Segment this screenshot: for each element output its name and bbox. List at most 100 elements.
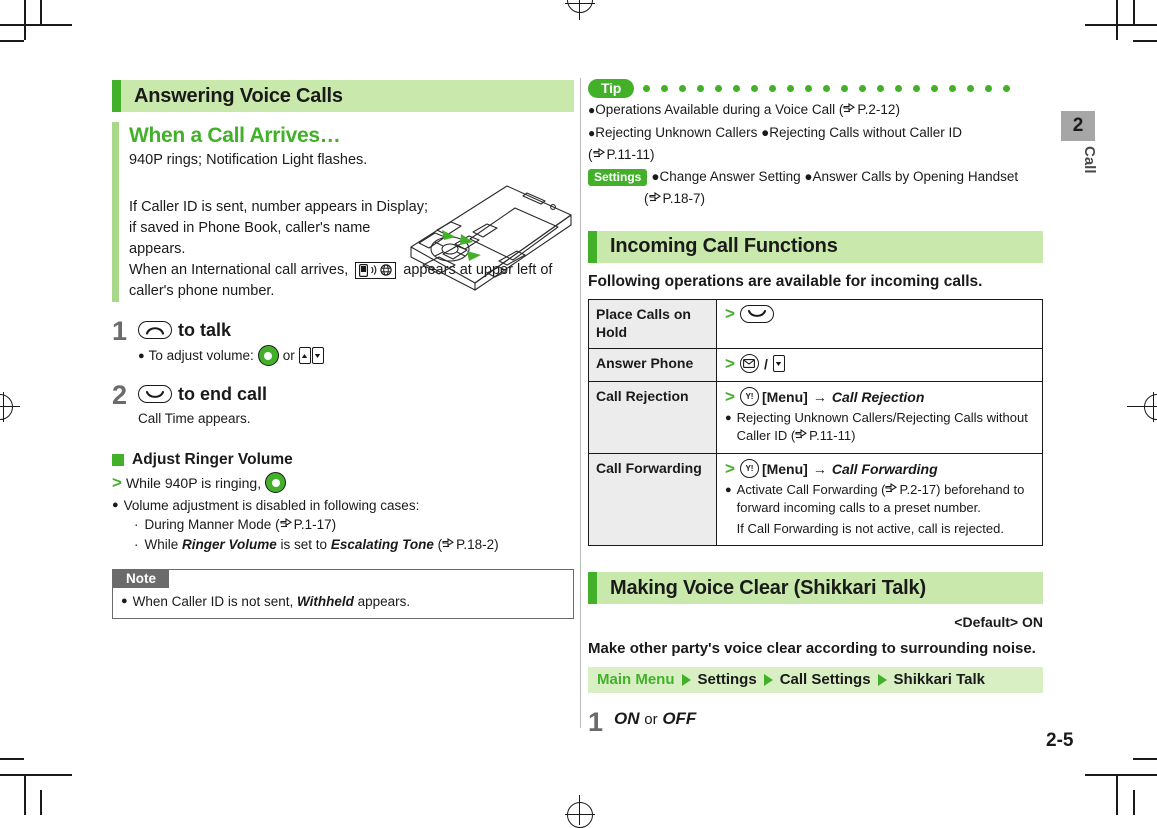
row-sub-before: Activate Call Forwarding ( [736,481,886,497]
step-1-volume-prefix: To adjust volume: [148,347,254,363]
side-down-key-icon [311,347,324,364]
adjust-case-2-italic-2: Escalating Tone [330,537,434,552]
step-2-note: Call Time appears. [138,411,251,426]
page-ref-1: P.1-17 [280,515,332,535]
end-call-key-icon [739,304,774,323]
side-up-key-icon [298,347,311,364]
bullet-dot: ● [138,349,145,362]
shikkari-section-title: Making Voice Clear (Shikkari Talk) [610,576,926,599]
table-row: Call Forwarding > Y! [Menu] → Call Forwa… [588,452,1043,546]
greater-than-marker-icon: > [725,458,735,478]
tip-header: Tip [588,78,1043,98]
page-ref-hand-icon [885,482,898,492]
menu-path-item-main-menu[interactable]: Main Menu [597,671,675,688]
note-body: ● When Caller ID is not sent, Withheld a… [113,588,573,618]
sub-heading-when-a-call-arrives: When a Call Arrives… [129,124,341,147]
page-ref-hand-icon [795,428,808,439]
middle-dot-icon: · [134,537,139,552]
adjust-case-2-before: While [144,537,183,552]
slider-phone-drawing [410,185,572,291]
page-ref-tip-2: P.11-11 [592,145,650,165]
row-value-answer-phone: > / [716,347,1043,382]
page-ref-tip-3-text: P.18-7 [662,191,701,206]
menu-path-item-settings[interactable]: Settings [698,671,757,688]
bullet-dot: ● [725,411,732,424]
page-ref-hand-icon [592,147,605,158]
section-accent-bar [588,230,597,263]
column-divider [580,78,581,728]
page-ref-hand-icon [442,537,455,548]
row-action-target: Call Rejection [831,388,925,405]
table-row: Call Rejection > Y! [Menu] → Call Reject… [588,380,1043,454]
international-call-icon [355,261,397,279]
handset-down-glyph [747,309,766,317]
shikkari-option-off[interactable]: OFF [662,709,696,728]
adjust-ringer-volume-heading-row: Adjust Ringer Volume [112,451,574,469]
navigation-key-icon [265,472,287,493]
tip-line-1-text: Operations Available during a Voice Call… [595,102,844,117]
handset-down-glyph [145,390,165,398]
adjust-case-2: · While Ringer Volume is set to Escalati… [134,535,574,555]
right-column: Tip ● Operations Available during a Voice… [588,78,1043,736]
arrow-right-icon: → [812,388,827,405]
row-sub-before: Rejecting Unknown Callers/Rejecting Call… [736,409,1028,444]
tip-settings-text: ●Change Answer Setting ●Answer Calls by … [651,168,1019,184]
section-header-incoming-call-functions: Incoming Call Functions [588,230,1043,263]
step-1-volume-note: ● To adjust volume: or [138,345,574,366]
mail-key-icon [739,354,759,373]
row-action-target: Call Forwarding [831,460,938,477]
green-side-bar [112,122,119,302]
step-1-number: 1 [112,316,128,346]
tip-settings-line: Settings ●Change Answer Setting ●Answer C… [588,167,1043,188]
section-header-shikkari-talk: Making Voice Clear (Shikkari Talk) [588,572,1043,604]
adjust-bullet-text: Volume adjustment is disabled in followi… [123,498,420,513]
greater-than-marker-icon: > [725,303,735,323]
when-a-call-arrives-block: When a Call Arrives… 940P rings; Notific… [112,122,574,302]
chevron-right-icon [877,673,887,686]
adjust-case-2-italic-1: Ringer Volume [182,537,277,552]
side-up-down-keys-icon [298,347,324,364]
table-row: Answer Phone > / [588,347,1043,382]
incoming-lead-text: Following operations are available for i… [588,272,983,290]
envelope-glyph [743,359,756,368]
signal-waves-glyph [371,265,377,276]
side-down-key-icon [772,355,785,372]
up-triangle-glyph [302,353,308,358]
adjust-ringer-volume-heading: Adjust Ringer Volume [132,451,293,468]
note-italic: Withheld [296,594,354,609]
adjust-action-line: > While 940P is ringing, [112,472,574,493]
adjust-case-1-text: During Manner Mode ( [144,517,280,532]
step-1-title-row: to talk [138,318,574,342]
square-bullet-icon [112,454,124,466]
tip-dotted-rule [643,84,1011,92]
shikkari-option-on[interactable]: ON [614,709,640,728]
bullet-dot: ● [112,499,119,511]
note-tab-label: Note [113,570,169,588]
page-ref-tip-1-text: P.2-12 [857,102,896,117]
row-action-menu-label: [Menu] [761,460,808,477]
page-ref-1-text: P.1-17 [293,517,332,532]
adjust-bullet: ● Volume adjustment is disabled in follo… [112,496,574,515]
arrow-right-icon: → [812,460,827,477]
tip-line-3: (P.11-11) [588,145,1043,165]
shikkari-step-options: ON or OFF [614,709,1043,729]
bullet-dot: ● [725,483,732,496]
page-number: 2-5 [1046,730,1074,751]
menu-path-item-call-settings[interactable]: Call Settings [780,671,871,688]
tip-settings-ref-close: ) [700,191,706,206]
tip-line-1-after: ) [895,102,900,117]
page-ref-hand-icon [280,517,292,528]
menu-path-item-shikkari-talk[interactable]: Shikkari Talk [894,671,985,688]
adjust-case-2-paren-close: ) [494,537,499,552]
page-ref-tip-3: P.18-7 [648,189,701,209]
step-2-title-row: to end call [138,382,574,406]
handset-glyph [359,263,369,277]
shikkari-description: Make other party's voice clear according… [588,640,1036,657]
note-box: Note ● When Caller ID is not sent, Withh… [112,569,574,619]
table-row: Place Calls on Hold > [588,298,1043,349]
middle-dot-icon: · [134,517,139,532]
adjust-case-1-after: ) [331,517,337,532]
intro-line-1: 940P rings; Notification Light flashes. [129,152,368,168]
incoming-call-functions-table: Place Calls on Hold > Answer Phone > / C… [588,298,1043,546]
page-ref-hand-icon [648,191,661,202]
